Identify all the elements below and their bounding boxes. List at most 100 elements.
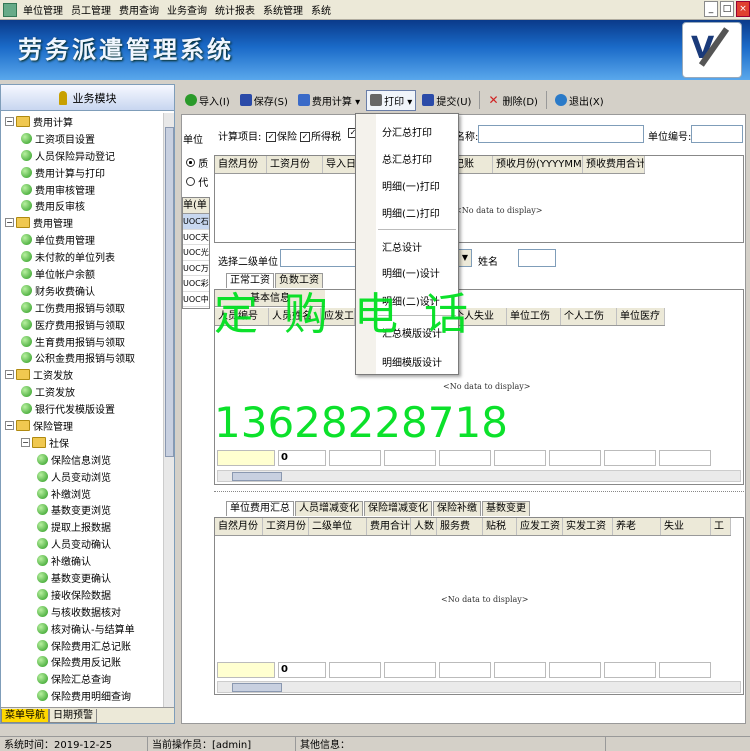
expand-icon[interactable]: −: [5, 116, 14, 126]
tab[interactable]: 保险增减变化: [364, 501, 432, 516]
tree-node[interactable]: 医疗费用报销与领取: [1, 316, 164, 333]
tree-node[interactable]: 工资项目设置: [1, 130, 164, 147]
column-header[interactable]: 工资月份: [267, 156, 323, 173]
tree-node[interactable]: 财务收费确认: [1, 282, 164, 299]
tree-node[interactable]: 人员变动浏览: [1, 468, 164, 485]
second-unit-select[interactable]: [280, 249, 358, 267]
tree-node[interactable]: 与核收数据核对: [1, 603, 164, 620]
print-menu-item-0[interactable]: 分汇总打印: [382, 124, 432, 139]
expand-icon[interactable]: −: [5, 420, 14, 430]
toolbar-button-0[interactable]: 导入(I): [181, 90, 234, 111]
tree-node[interactable]: 保险费用汇总记账: [1, 637, 164, 654]
name2-input[interactable]: [518, 249, 556, 267]
print-menu-item-8[interactable]: 明细模版设计: [382, 354, 442, 369]
toolbar-button-6[interactable]: 退出(X): [551, 90, 608, 111]
splitter[interactable]: [176, 84, 180, 724]
tree-node[interactable]: 人员保险异动登记: [1, 147, 164, 164]
column-header[interactable]: 应发工资: [517, 518, 563, 535]
menu-item-2[interactable]: 费用查询: [115, 2, 163, 17]
tree-node[interactable]: 保险费用反记账: [1, 654, 164, 671]
menu-item-1[interactable]: 员工管理: [67, 2, 115, 17]
unit-no-input[interactable]: [691, 125, 743, 143]
column-header[interactable]: 养老: [613, 518, 661, 535]
tab[interactable]: 保险补缴: [433, 501, 481, 516]
tree-node[interactable]: 补缴确认: [1, 552, 164, 569]
unit-list-row[interactable]: UOC彩: [183, 276, 209, 292]
tree-node[interactable]: 基数变更确认: [1, 569, 164, 586]
tree-node[interactable]: − 费用计算: [1, 113, 164, 130]
tree-scrollbar[interactable]: [163, 113, 174, 709]
column-header[interactable]: 预收费用合计: [583, 156, 645, 173]
menu-item-0[interactable]: 单位管理: [19, 2, 67, 17]
menu-item-6[interactable]: 系统: [307, 2, 335, 17]
close-button[interactable]: ×: [736, 1, 750, 17]
tab[interactable]: 单位费用汇总: [226, 501, 294, 516]
pin-icon[interactable]: [58, 90, 67, 105]
tree-node[interactable]: 银行代发模版设置: [1, 400, 164, 417]
column-header[interactable]: 预收月份(YYYYMM-YYYYMM): [493, 156, 583, 173]
split-line[interactable]: [214, 491, 744, 495]
check-tax[interactable]: ✓ 所得税: [300, 128, 341, 143]
column-header[interactable]: 自然月份: [215, 156, 267, 173]
print-menu-item-4[interactable]: 汇总设计: [382, 239, 422, 254]
menu-item-4[interactable]: 统计报表: [211, 2, 259, 17]
print-menu-item-2[interactable]: 明细(一)打印: [382, 178, 440, 193]
column-header[interactable]: 工资月份: [263, 518, 309, 535]
check-insurance[interactable]: ✓ 保险: [266, 128, 297, 143]
tree-node[interactable]: 保险信息浏览: [1, 451, 164, 468]
column-header[interactable]: 个人工伤: [561, 308, 617, 325]
name-input[interactable]: [478, 125, 644, 143]
tree-node[interactable]: 基数变更浏览: [1, 501, 164, 518]
tree-node[interactable]: − 工资发放: [1, 366, 164, 383]
tree-node[interactable]: 人员变动确认: [1, 535, 164, 552]
tree-node[interactable]: 工资发放: [1, 383, 164, 400]
column-header[interactable]: 单位工伤: [507, 308, 561, 325]
tree-node[interactable]: 保险费用明细查询: [1, 687, 164, 704]
unit-list-row[interactable]: UOC石: [183, 214, 209, 230]
tree-node[interactable]: 保险汇总查询: [1, 670, 164, 687]
column-header[interactable]: 服务费: [437, 518, 483, 535]
print-menu-item-3[interactable]: 明细(二)打印: [382, 205, 440, 220]
toolbar-button-4[interactable]: 提交(U): [418, 90, 475, 111]
tab[interactable]: 基数变更: [482, 501, 530, 516]
radio-a[interactable]: 质: [186, 155, 208, 170]
tree-node[interactable]: 提取上报数据: [1, 518, 164, 535]
tree-node[interactable]: − 保险管理: [1, 417, 164, 434]
toolbar-button-1[interactable]: 保存(S): [236, 90, 292, 111]
tree-node[interactable]: 补缴浏览: [1, 485, 164, 502]
menu-item-3[interactable]: 业务查询: [163, 2, 211, 17]
tree-node[interactable]: 公积金费用报销与领取: [1, 349, 164, 366]
tree-node[interactable]: 单位帐户余额: [1, 265, 164, 282]
unit-list-row[interactable]: UOC光: [183, 245, 209, 261]
column-header[interactable]: 贴税: [483, 518, 517, 535]
radio-b[interactable]: 代: [186, 174, 208, 189]
tab[interactable]: 人员增减变化: [295, 501, 363, 516]
unit-list-row[interactable]: UOC万: [183, 261, 209, 276]
tree-node[interactable]: 费用审核管理: [1, 181, 164, 198]
name2-dropdown-arrow[interactable]: ▼: [458, 249, 472, 267]
column-header[interactable]: 失业: [661, 518, 711, 535]
column-header[interactable]: 二级单位: [309, 518, 367, 535]
column-header[interactable]: 自然月份: [215, 518, 263, 535]
toolbar-button-2[interactable]: 费用计算 ▾: [294, 90, 364, 111]
toolbar-button-3[interactable]: 打印 ▾: [366, 89, 417, 111]
maximize-button[interactable]: □: [720, 1, 734, 17]
tree-node[interactable]: 接收保险数据: [1, 586, 164, 603]
column-header[interactable]: 费用合计: [367, 518, 411, 535]
left-tab-1[interactable]: 日期预警: [49, 709, 97, 723]
unit-list-row[interactable]: UOC天: [183, 230, 209, 245]
column-header[interactable]: 工: [711, 518, 731, 535]
expand-icon[interactable]: −: [5, 218, 14, 228]
column-header[interactable]: 单位医疗: [617, 308, 665, 325]
column-header[interactable]: 实发工资: [563, 518, 613, 535]
tree-node[interactable]: 单位费用管理: [1, 231, 164, 248]
menu-item-5[interactable]: 系统管理: [259, 2, 307, 17]
tree-node[interactable]: 核对确认-与结算单: [1, 620, 164, 637]
tree-node[interactable]: 未付款的单位列表: [1, 248, 164, 265]
tree-node[interactable]: − 社保: [1, 434, 164, 451]
print-menu-item-1[interactable]: 总汇总打印: [382, 151, 432, 166]
mid-grid-hscroll[interactable]: [217, 470, 741, 482]
tree-node[interactable]: − 费用管理: [1, 214, 164, 231]
toolbar-button-5[interactable]: ✕ 删除(D): [484, 90, 542, 111]
bottom-grid-hscroll[interactable]: [217, 681, 741, 693]
